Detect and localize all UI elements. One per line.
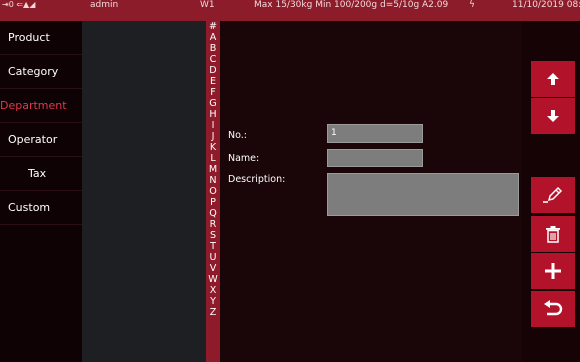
description-label: Description: (228, 174, 286, 185)
alphabet-letter-j[interactable]: J (212, 131, 215, 142)
alphabet-letter-d[interactable]: D (209, 65, 216, 76)
sidebar-item-label: Category (8, 65, 59, 78)
alphabet-letter-q[interactable]: Q (209, 208, 217, 219)
trash-icon (546, 226, 560, 243)
alphabet-letter-l[interactable]: L (210, 153, 215, 164)
alphabet-letter-p[interactable]: P (210, 197, 216, 208)
alphabet-letter-n[interactable]: N (209, 175, 216, 186)
back-button[interactable] (531, 291, 575, 327)
station-id: W1 (200, 0, 215, 10)
status-bar: ⇥0 ⇐▲◢ admin W1 Max 15/30kg Min 100/200g… (0, 0, 580, 21)
edit-button[interactable] (531, 177, 575, 213)
alphabet-letter-r[interactable]: R (210, 219, 217, 230)
alphabet-letter-c[interactable]: C (210, 54, 217, 65)
action-bar (522, 21, 580, 362)
description-field[interactable] (327, 173, 519, 216)
alphabet-letter-o[interactable]: O (209, 186, 217, 197)
alphabet-letter-hash[interactable]: # (209, 21, 217, 32)
alphabet-letter-g[interactable]: G (209, 98, 216, 109)
alphabet-letter-k[interactable]: K (210, 142, 216, 153)
name-field[interactable] (327, 149, 423, 167)
status-icons: ⇥0 ⇐▲◢ (2, 0, 36, 9)
sidebar-item-operator[interactable]: Operator (0, 123, 82, 157)
alphabet-letter-t[interactable]: T (210, 241, 216, 252)
arrow-up-icon (547, 73, 559, 85)
alphabet-letter-a[interactable]: A (210, 32, 217, 43)
department-list[interactable] (82, 21, 206, 362)
alphabet-index: # A B C D E F G H I J K L M N O P Q R S T U V W X Y Z (206, 21, 220, 362)
alphabet-letter-b[interactable]: B (210, 43, 217, 54)
sidebar: Product Category Department Operator Tax… (0, 21, 82, 362)
sidebar-item-department[interactable]: Department (0, 89, 82, 123)
alphabet-letter-i[interactable]: I (212, 120, 215, 131)
no-field[interactable]: 1 (327, 124, 423, 143)
move-up-button[interactable] (531, 61, 575, 97)
alphabet-letter-s[interactable]: S (210, 230, 216, 241)
sidebar-item-label: Operator (8, 133, 58, 146)
sidebar-item-label: Product (8, 31, 50, 44)
power-icon: ϟ (469, 0, 475, 10)
logged-in-user: admin (90, 0, 119, 10)
detail-form: No.: 1 Name: Description: (220, 21, 522, 362)
scale-info: Max 15/30kg Min 100/200g d=5/10g A2.09 (254, 0, 449, 10)
sidebar-item-label: Department (0, 99, 67, 112)
move-down-button[interactable] (531, 98, 575, 134)
sidebar-item-label: Custom (8, 201, 51, 214)
no-label: No.: (228, 130, 247, 141)
alphabet-letter-y[interactable]: Y (210, 296, 216, 307)
alphabet-letter-e[interactable]: E (210, 76, 216, 87)
add-button[interactable] (531, 253, 575, 289)
plus-icon (545, 263, 561, 279)
alphabet-letter-w[interactable]: W (208, 274, 218, 285)
return-icon (544, 300, 563, 316)
pencil-icon (543, 186, 563, 203)
sidebar-item-custom[interactable]: Custom (0, 191, 82, 225)
sidebar-item-category[interactable]: Category (0, 55, 82, 89)
alphabet-letter-m[interactable]: M (209, 164, 217, 175)
sidebar-item-tax[interactable]: Tax (0, 157, 82, 191)
sidebar-item-product[interactable]: Product (0, 21, 82, 55)
delete-button[interactable] (531, 216, 575, 252)
sidebar-item-label: Tax (28, 167, 47, 180)
alphabet-letter-f[interactable]: F (210, 87, 216, 98)
alphabet-letter-v[interactable]: V (210, 263, 217, 274)
alphabet-letter-z[interactable]: Z (210, 307, 217, 318)
datetime: 11/10/2019 08:3( (512, 0, 580, 10)
arrow-down-icon (547, 110, 559, 122)
alphabet-letter-x[interactable]: X (210, 285, 217, 296)
name-label: Name: (228, 153, 260, 164)
alphabet-letter-u[interactable]: U (209, 252, 216, 263)
alphabet-letter-h[interactable]: H (209, 109, 216, 120)
